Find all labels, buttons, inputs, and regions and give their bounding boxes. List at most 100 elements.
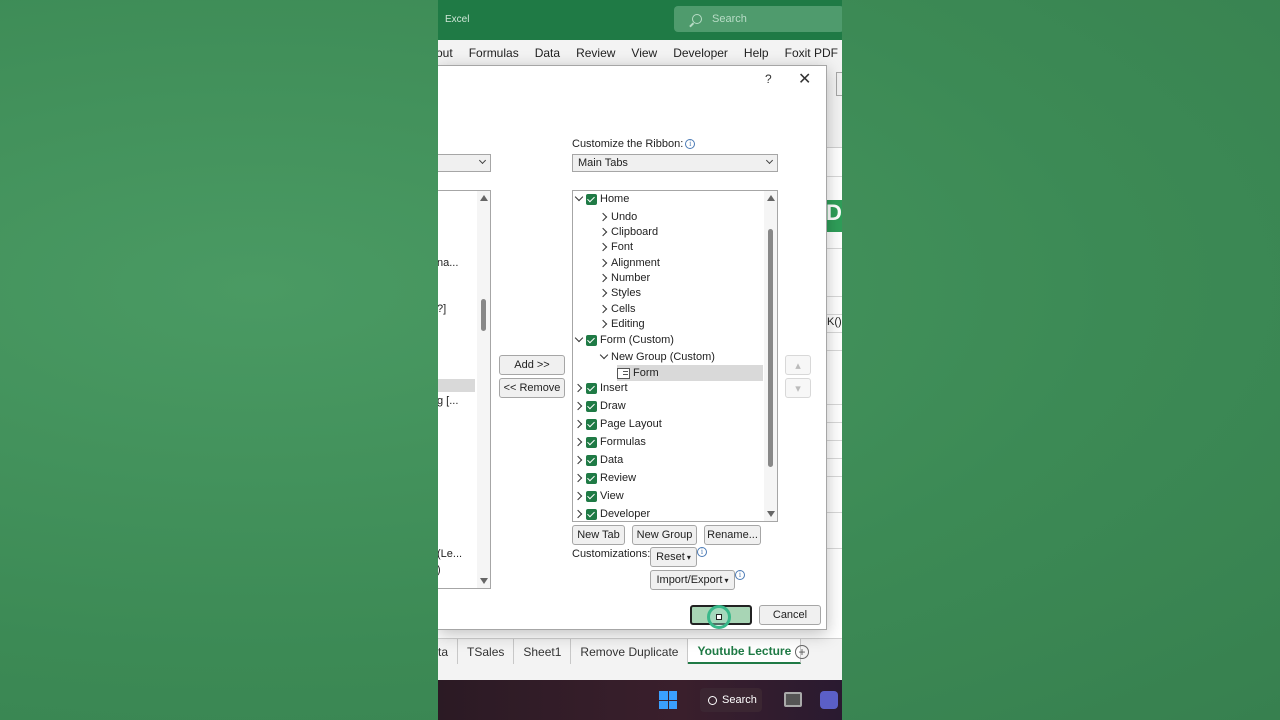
collapse-icon[interactable] [575,195,583,203]
tree-node-number[interactable]: Number [600,270,650,286]
collapse-icon[interactable] [600,353,608,361]
remove-button[interactable]: << Remove [499,378,565,398]
import-export-button[interactable]: Import/Export ▾ [650,570,735,590]
tab-review[interactable]: Review [568,46,623,60]
commands-scrollbar[interactable] [477,191,490,588]
tree-node-review[interactable]: Review [575,470,636,486]
expand-icon[interactable] [600,243,608,251]
tree-node-insert[interactable]: Insert [575,380,628,396]
tab-data[interactable]: Data [527,46,568,60]
move-up-button[interactable]: ▴ [785,355,811,375]
add-sheet-icon[interactable]: + [795,645,809,659]
tree-node-styles[interactable]: Styles [600,285,641,301]
tab-view[interactable]: View [623,46,665,60]
tab-formulas[interactable]: Formulas [461,46,527,60]
tree-node-data[interactable]: Data [575,452,623,468]
expand-icon[interactable] [600,228,608,236]
expand-icon[interactable] [600,259,608,267]
expand-icon[interactable] [600,305,608,313]
checkbox-checked-icon[interactable] [586,454,597,466]
expand-icon[interactable] [575,456,583,464]
checkbox-checked-icon[interactable] [586,382,597,394]
windows-start-icon[interactable] [659,691,677,709]
scroll-thumb[interactable] [481,299,486,331]
checkbox-checked-icon[interactable] [586,418,597,430]
expand-icon[interactable] [575,384,583,392]
tree-node-home[interactable]: Home [575,191,629,207]
task-view-icon[interactable] [784,692,802,707]
collapse-icon[interactable] [575,336,583,344]
new-group-button[interactable]: New Group [632,525,697,545]
sheet-tab-tsales[interactable]: TSales [458,639,515,664]
tab-help[interactable]: Help [736,46,777,60]
teams-icon[interactable] [820,691,838,709]
tree-node-formulas[interactable]: Formulas [575,434,646,450]
tree-node-new-group-custom[interactable]: New Group (Custom) [600,349,715,365]
expand-icon[interactable] [600,289,608,297]
sheet-tab-remove-duplicate[interactable]: Remove Duplicate [571,639,689,664]
checkbox-checked-icon[interactable] [586,436,597,448]
tree-node-alignment[interactable]: Alignment [600,255,660,271]
rename-button[interactable]: Rename... [704,525,761,545]
ribbon-tree[interactable]: Home Undo Clipboard Font Alignment Numbe… [572,190,778,522]
checkbox-checked-icon[interactable] [586,193,597,205]
ribbon-edge-button[interactable] [836,72,842,96]
move-down-button[interactable]: ▾ [785,378,811,398]
tree-node-developer[interactable]: Developer [575,506,650,521]
green-header-cell[interactable]: D [826,200,842,232]
tree-scrollbar[interactable] [764,191,777,521]
list-item[interactable]: ?] [438,303,446,315]
expand-icon[interactable] [575,402,583,410]
expand-icon[interactable] [600,320,608,328]
expand-icon[interactable] [575,510,583,518]
formula-cell[interactable]: K() [827,316,842,328]
tree-node-font[interactable]: Font [600,239,633,255]
new-tab-button[interactable]: New Tab [572,525,625,545]
cancel-button[interactable]: Cancel [759,605,821,625]
tree-node-form-custom[interactable]: Form (Custom) [575,332,674,348]
expand-icon[interactable] [600,274,608,282]
reset-button[interactable]: Reset ▾ [650,547,697,567]
title-search-box[interactable]: Search [674,6,842,32]
tree-node-draw[interactable]: Draw [575,398,626,414]
list-item[interactable]: na... [438,257,458,269]
expand-icon[interactable] [575,492,583,500]
choose-commands-combo[interactable] [438,154,491,172]
tree-node-view[interactable]: View [575,488,624,504]
sheet-tab-data[interactable]: ta [438,639,459,664]
tree-node-page-layout[interactable]: Page Layout [575,416,662,432]
customize-ribbon-combo[interactable]: Main Tabs [572,154,778,172]
tab-foxit-pdf[interactable]: Foxit PDF [777,46,842,60]
scroll-thumb[interactable] [768,229,773,467]
list-item[interactable]: g [... [438,395,458,407]
sheet-tab-youtube-lecture[interactable]: Youtube Lecture [688,639,802,664]
close-icon[interactable]: ✕ [798,69,811,89]
expand-icon[interactable] [575,474,583,482]
scroll-up-icon[interactable] [767,195,775,201]
tree-node-clipboard[interactable]: Clipboard [600,224,658,240]
add-button[interactable]: Add >> [499,355,565,375]
tree-node-editing[interactable]: Editing [600,316,645,332]
commands-list[interactable]: na... ?] g [... (Le... ) [438,190,491,589]
checkbox-checked-icon[interactable] [586,400,597,412]
tab-developer[interactable]: Developer [665,46,736,60]
tree-node-undo[interactable]: Undo [600,209,637,225]
checkbox-checked-icon[interactable] [586,490,597,502]
checkbox-checked-icon[interactable] [586,334,597,346]
expand-icon[interactable] [575,438,583,446]
checkbox-checked-icon[interactable] [586,508,597,520]
tree-node-cells[interactable]: Cells [600,301,635,317]
list-item[interactable]: ) [438,564,441,576]
help-icon[interactable]: ? [765,72,772,86]
expand-icon[interactable] [575,420,583,428]
scroll-down-icon[interactable] [767,511,775,517]
sheet-tab-sheet1[interactable]: Sheet1 [514,639,572,664]
scroll-up-icon[interactable] [480,195,488,201]
taskbar-search[interactable]: Search [700,688,762,712]
tree-node-form-command[interactable]: Form [617,365,763,381]
expand-icon[interactable] [600,213,608,221]
tab-layout[interactable]: out [438,46,461,60]
checkbox-checked-icon[interactable] [586,472,597,484]
scroll-down-icon[interactable] [480,578,488,584]
selected-list-item[interactable] [438,379,475,392]
